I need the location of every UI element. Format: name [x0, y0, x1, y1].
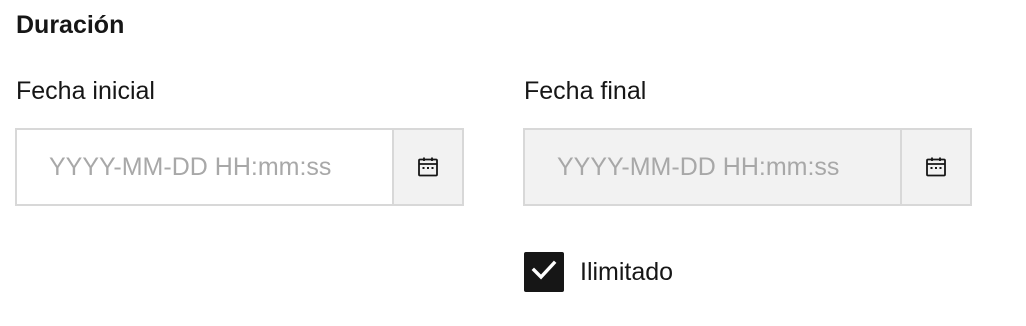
checkmark-icon — [531, 259, 557, 286]
section-title: Duración — [16, 11, 125, 39]
end-date-input[interactable] — [525, 130, 900, 204]
end-date-label: Fecha final — [524, 77, 647, 105]
unlimited-label: Ilimitado — [580, 258, 674, 286]
calendar-icon — [417, 156, 439, 178]
start-date-calendar-button[interactable] — [392, 130, 462, 204]
start-date-field — [15, 128, 464, 206]
start-date-input[interactable] — [17, 130, 392, 204]
unlimited-checkbox[interactable] — [524, 252, 564, 292]
unlimited-checkbox-row[interactable]: Ilimitado — [524, 252, 673, 292]
calendar-icon — [925, 156, 947, 178]
start-date-label: Fecha inicial — [16, 77, 155, 105]
end-date-field — [523, 128, 972, 206]
end-date-calendar-button[interactable] — [900, 130, 970, 204]
